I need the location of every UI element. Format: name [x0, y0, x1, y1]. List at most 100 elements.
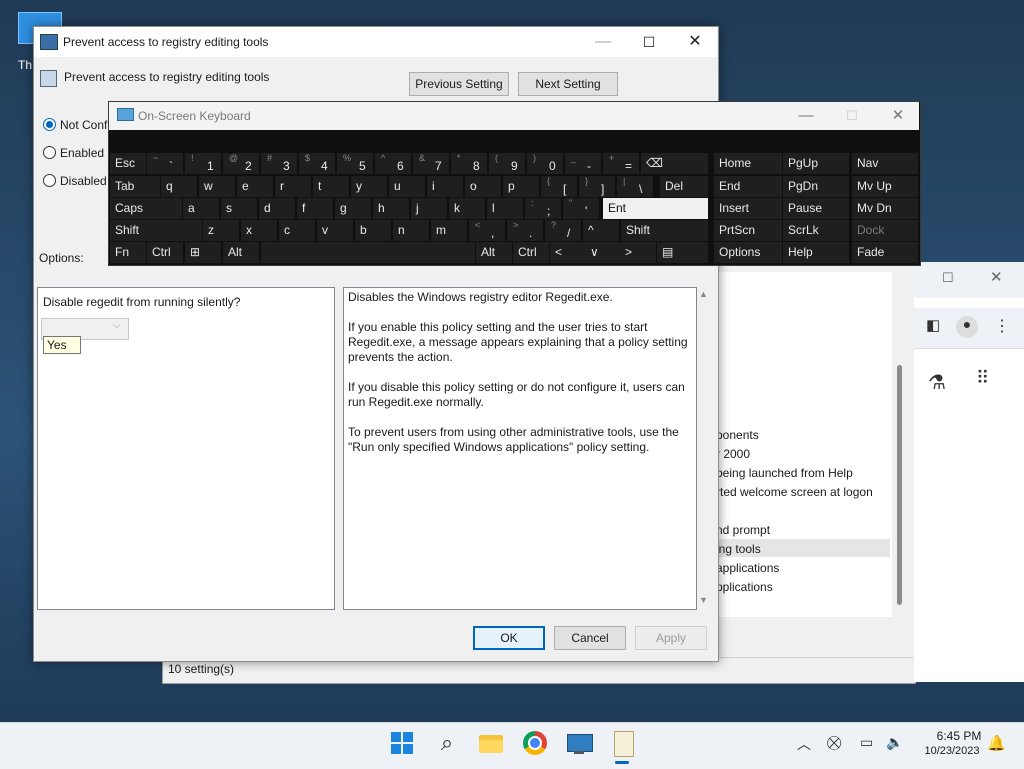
osk-nav-key[interactable]: PrtScn: [714, 220, 782, 241]
chevron-up-icon[interactable]: ︿: [797, 734, 811, 754]
osk-key[interactable]: {[: [541, 176, 577, 197]
osk-key[interactable]: ⌫: [641, 153, 708, 174]
osk-key[interactable]: j: [411, 198, 447, 219]
notification-bell-icon[interactable]: 🔔: [987, 734, 1006, 752]
cancel-button[interactable]: Cancel: [554, 626, 626, 650]
osk-key[interactable]: s: [221, 198, 257, 219]
osk-key[interactable]: q: [161, 176, 197, 197]
osk-key[interactable]: <: [550, 242, 586, 263]
chrome-icon[interactable]: [521, 729, 549, 757]
osk-key[interactable]: m: [431, 220, 467, 241]
list-item[interactable]: ponents: [716, 428, 759, 442]
labs-flask-icon[interactable]: ⚗: [928, 370, 946, 395]
osk-key[interactable]: x: [241, 220, 277, 241]
osk-key[interactable]: a: [183, 198, 219, 219]
list-scrollbar[interactable]: [897, 365, 902, 605]
osk-key[interactable]: ) 0: [527, 153, 563, 174]
osk-key[interactable]: Del: [660, 176, 708, 197]
osk-key[interactable]: b: [355, 220, 391, 241]
scroll-up-icon[interactable]: ▲: [699, 289, 708, 299]
osk-key[interactable]: & 7: [413, 153, 449, 174]
osk-key[interactable]: w: [199, 176, 235, 197]
osk-key[interactable]: ! 1: [185, 153, 221, 174]
osk-key[interactable]: >.: [507, 220, 543, 241]
list-item[interactable]: applications: [716, 561, 779, 575]
osk-key[interactable]: <,: [469, 220, 505, 241]
osk-nav-key[interactable]: Pause: [783, 198, 849, 219]
osk-key[interactable]: * 8: [451, 153, 487, 174]
osk-key[interactable]: d: [259, 198, 295, 219]
osk-nav-key[interactable]: Dock: [852, 220, 918, 241]
apply-button[interactable]: Apply: [635, 626, 707, 650]
maximize-icon[interactable]: ☐: [829, 102, 875, 130]
close-icon[interactable]: ✕: [672, 27, 718, 57]
display-icon[interactable]: ▭: [860, 734, 873, 751]
osk-key[interactable]: (9: [489, 153, 525, 174]
list-item[interactable]: ing tools: [716, 542, 761, 556]
list-item[interactable]: nd prompt: [716, 523, 770, 537]
osk-nav-key[interactable]: Nav: [852, 153, 918, 174]
apps-grid-icon[interactable]: ⠿: [976, 368, 989, 389]
minimize-icon[interactable]: —: [580, 27, 626, 57]
osk-key[interactable]: ? /: [545, 220, 581, 241]
previous-setting-button[interactable]: Previous Setting: [409, 72, 509, 96]
next-setting-button[interactable]: Next Setting: [518, 72, 618, 96]
list-item[interactable]: r 2000: [716, 447, 750, 461]
osk-key[interactable]: l: [487, 198, 523, 219]
close-icon[interactable]: ✕: [990, 268, 1003, 286]
windows-start-icon[interactable]: [389, 729, 417, 757]
menu-icon[interactable]: ⋮: [994, 316, 1010, 336]
osk-nav-key[interactable]: Insert: [714, 198, 782, 219]
search-icon[interactable]: ⌕: [433, 729, 461, 757]
osk-key[interactable]: #3: [261, 153, 297, 174]
radio-disabled[interactable]: [43, 174, 56, 187]
radio-enabled[interactable]: [43, 146, 56, 159]
osk-key[interactable]: ^ 6: [375, 153, 411, 174]
osk-key[interactable]: o: [465, 176, 501, 197]
file-explorer-icon[interactable]: [477, 729, 505, 757]
ok-button[interactable]: OK: [473, 626, 545, 650]
osk-key[interactable]: h: [373, 198, 409, 219]
osk-key[interactable]: [261, 242, 475, 263]
osk-key[interactable]: t: [313, 176, 349, 197]
profile-icon[interactable]: ●: [956, 316, 978, 338]
osk-key[interactable]: ∨: [585, 242, 621, 263]
osk-key[interactable]: >: [620, 242, 656, 263]
maximize-icon[interactable]: ☐: [942, 270, 954, 286]
clock-date[interactable]: 10/23/2023: [917, 745, 987, 757]
osk-key[interactable]: ~ `: [147, 153, 183, 174]
notepad-icon[interactable]: [609, 729, 637, 757]
osk-key[interactable]: + =: [603, 153, 639, 174]
osk-nav-key[interactable]: Mv Dn: [852, 198, 918, 219]
osk-key[interactable]: k: [449, 198, 485, 219]
osk-key[interactable]: Caps: [110, 198, 182, 219]
chevron-down-icon[interactable]: ⌵: [113, 320, 121, 331]
osk-key[interactable]: p: [503, 176, 539, 197]
osk-key[interactable]: f: [297, 198, 333, 219]
radio-not-configured[interactable]: [43, 118, 56, 131]
osk-key[interactable]: i: [427, 176, 463, 197]
osk-key[interactable]: :;: [525, 198, 561, 219]
osk-key[interactable]: r: [275, 176, 311, 197]
osk-key[interactable]: e: [237, 176, 273, 197]
osk-nav-key[interactable]: End: [714, 176, 782, 197]
osk-key[interactable]: Shift: [110, 220, 202, 241]
osk-key[interactable]: " ': [563, 198, 599, 219]
osk-key[interactable]: Tab: [110, 176, 160, 197]
list-item[interactable]: rted welcome screen at logon: [716, 485, 873, 499]
osk-key[interactable]: ^: [583, 220, 619, 241]
osk-key[interactable]: Alt: [223, 242, 259, 263]
osk-key[interactable]: y: [351, 176, 387, 197]
osk-key[interactable]: $4: [299, 153, 335, 174]
remote-desktop-icon[interactable]: [565, 729, 593, 757]
scroll-down-icon[interactable]: ▼: [699, 595, 708, 605]
osk-key[interactable]: Ent: [603, 198, 708, 219]
osk-key[interactable]: z: [203, 220, 239, 241]
osk-key[interactable]: n: [393, 220, 429, 241]
osk-nav-key[interactable]: Options: [714, 242, 782, 263]
clock-time[interactable]: 6:45 PM: [934, 729, 984, 743]
osk-key[interactable]: v: [317, 220, 353, 241]
close-icon[interactable]: ✕: [875, 102, 921, 130]
osk-key[interactable]: | \: [617, 176, 653, 197]
minimize-icon[interactable]: —: [783, 102, 829, 130]
